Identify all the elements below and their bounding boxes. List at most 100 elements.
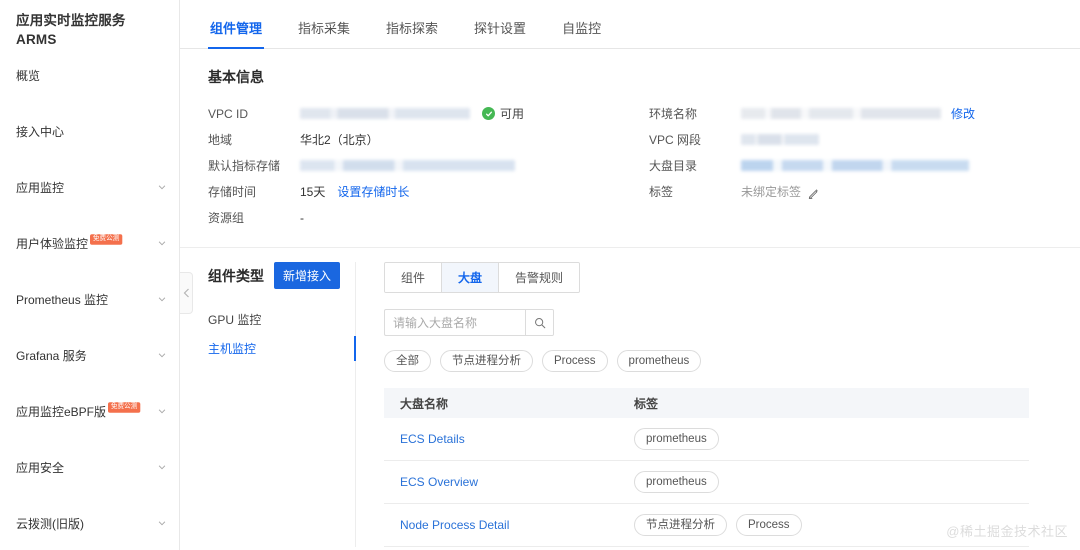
info-label-dashboard-dir: 大盘目录 xyxy=(649,157,741,174)
sidebar-item-spacer xyxy=(0,90,179,118)
dashboard-link[interactable]: ECS Details xyxy=(400,432,465,446)
content-body: 基本信息 VPC ID xyxy=(180,49,1080,547)
retention-value: 15天 xyxy=(300,183,325,200)
sidebar-collapse-handle[interactable] xyxy=(180,272,193,314)
chevron-down-icon xyxy=(157,406,167,416)
filter-chip-2[interactable]: 节点进程分析 xyxy=(440,350,533,372)
sidebar-item-2[interactable]: 接入中心 xyxy=(0,118,179,146)
sidebar-item-label: Grafana 服务 xyxy=(16,347,87,364)
info-label-env-name: 环境名称 xyxy=(649,105,741,122)
info-row-tags: 标签 未绑定标签 xyxy=(649,179,1056,204)
tab-5[interactable]: 自监控 xyxy=(562,18,601,48)
filter-chip-3[interactable]: Process xyxy=(542,350,608,372)
table-row: ECS Detailsprometheus xyxy=(384,418,1029,461)
basic-info-right-column: 环境名称 修改 VPC 网段 大盘目录 xyxy=(649,101,1056,231)
sidebar-item-spacer xyxy=(0,258,179,286)
info-row-resource-group: 资源组 - xyxy=(208,205,649,230)
sidebar-item-9[interactable]: 云拨测(旧版) xyxy=(0,510,179,538)
segment-button-2[interactable]: 大盘 xyxy=(442,263,499,292)
sidebar-item-7[interactable]: 应用监控eBPF版免费公测 xyxy=(0,398,179,426)
info-label-region: 地域 xyxy=(208,131,300,148)
redacted-vpc-cidr-value xyxy=(741,134,819,145)
search-button[interactable] xyxy=(525,310,553,335)
info-label-retention: 存储时间 xyxy=(208,183,300,200)
component-type-title: 组件类型 xyxy=(208,266,264,286)
info-value-env-name: 修改 xyxy=(741,105,975,122)
edit-tags-pencil-icon[interactable] xyxy=(808,187,820,199)
table-row: ECS Overview prometheus xyxy=(384,461,1029,504)
column-header-name: 大盘名称 xyxy=(384,395,634,412)
info-value-resource-group: - xyxy=(300,211,304,225)
segment-button-1[interactable]: 组件 xyxy=(385,263,442,292)
tab-1[interactable]: 组件管理 xyxy=(210,18,262,48)
component-type-item-2[interactable]: 主机监控 xyxy=(208,334,355,363)
set-retention-link[interactable]: 设置存储时长 xyxy=(337,183,409,200)
cell-dashboard-name: ECS Details xyxy=(384,432,634,446)
sidebar-item-label: 应用监控eBPF版 xyxy=(16,403,106,420)
sidebar-item-label: 概览 xyxy=(16,67,40,84)
chevron-down-icon xyxy=(157,462,167,472)
add-integration-button[interactable]: 新增接入 xyxy=(274,262,340,289)
info-value-vpc-cidr xyxy=(741,134,819,145)
sidebar-item-5[interactable]: Prometheus 监控 xyxy=(0,286,179,314)
tags-empty-text: 未绑定标签 xyxy=(741,183,801,200)
basic-info-title: 基本信息 xyxy=(208,67,1056,87)
sidebar-item-label: 云拨测(旧版) xyxy=(16,515,84,532)
redacted-vpc-id-value xyxy=(300,108,470,119)
tag-chip: Process xyxy=(736,514,802,536)
sidebar-item-6[interactable]: Grafana 服务 xyxy=(0,342,179,370)
info-value-retention: 15天 设置存储时长 xyxy=(300,183,409,200)
filter-chip-1[interactable]: 全部 xyxy=(384,350,431,372)
component-type-item-1[interactable]: GPU 监控 xyxy=(208,305,355,334)
dashboard-link[interactable]: ECS Overview xyxy=(400,475,478,489)
info-row-region: 地域 华北2（北京） xyxy=(208,127,649,152)
cell-tags: 节点进程分析Process xyxy=(634,514,1029,536)
sidebar-item-label: Prometheus 监控 xyxy=(16,291,108,308)
chevron-down-icon xyxy=(157,238,167,248)
redacted-default-metric-store-value xyxy=(300,160,515,171)
dashboard-link[interactable]: Node Process Detail xyxy=(400,518,509,532)
tab-2[interactable]: 指标采集 xyxy=(298,18,350,48)
sidebar-item-spacer xyxy=(0,146,179,174)
info-row-retention: 存储时间 15天 设置存储时长 xyxy=(208,179,649,204)
info-label-resource-group: 资源组 xyxy=(208,209,300,226)
table-body: ECS Detailsprometheus ECS Overview prometh… xyxy=(384,418,1029,547)
component-section: 组件类型 新增接入 GPU 监控主机监控 组件大盘告警规则 xyxy=(208,248,1056,547)
cell-dashboard-name: Node Process Detail xyxy=(384,518,634,532)
tab-4[interactable]: 探针设置 xyxy=(474,18,526,48)
sidebar-item-spacer xyxy=(0,538,179,550)
info-row-vpc-id: VPC ID 可用 xyxy=(208,101,649,126)
sidebar-item-1[interactable]: 概览 xyxy=(0,62,179,90)
segment-button-3[interactable]: 告警规则 xyxy=(499,263,579,292)
edit-env-name-link[interactable]: 修改 xyxy=(951,105,975,122)
info-label-vpc-id: VPC ID xyxy=(208,107,300,121)
tag-chip: prometheus xyxy=(634,471,719,493)
info-value-region: 华北2（北京） xyxy=(300,131,379,148)
sidebar-item-spacer xyxy=(0,202,179,230)
dashboard-search-input[interactable] xyxy=(385,310,525,335)
tab-3[interactable]: 指标探索 xyxy=(386,18,438,48)
chevron-down-icon xyxy=(157,182,167,192)
sidebar-item-4[interactable]: 用户体验监控免费公测 xyxy=(0,230,179,258)
sidebar-item-8[interactable]: 应用安全 xyxy=(0,454,179,482)
info-label-default-metric-store: 默认指标存储 xyxy=(208,157,300,174)
info-row-default-metric-store: 默认指标存储 xyxy=(208,153,649,178)
filter-chip-4[interactable]: prometheus xyxy=(617,350,702,372)
chevron-down-icon xyxy=(157,518,167,528)
main-content: 组件管理 指标采集 指标探索 探针设置 自监控 基本信息 VPC ID xyxy=(180,0,1080,550)
dashboard-search-box xyxy=(384,309,554,336)
table-header-row: 大盘名称 标签 xyxy=(384,388,1029,418)
dashboard-table: 大盘名称 标签 ECS DetailsprometheusECS Overvie… xyxy=(384,388,1029,547)
sidebar-item-3[interactable]: 应用监控 xyxy=(0,174,179,202)
filter-chip-list: 全部节点进程分析 Process prometheus xyxy=(384,350,1056,372)
sidebar-item-badge: 免费公测 xyxy=(108,403,140,413)
page-root: 应用实时监控服务ARMS 概览接入中心应用监控用户体验监控免费公测 Prometh… xyxy=(0,0,1080,550)
sidebar-item-label: 应用监控 xyxy=(16,179,64,196)
info-value-tags: 未绑定标签 xyxy=(741,183,820,200)
search-icon xyxy=(534,317,546,329)
component-detail-segmented-control: 组件大盘告警规则 xyxy=(384,262,580,293)
info-label-vpc-cidr: VPC 网段 xyxy=(649,131,741,148)
sidebar-item-spacer xyxy=(0,426,179,454)
column-header-tags: 标签 xyxy=(634,395,1029,412)
sidebar-title: 应用实时监控服务ARMS xyxy=(0,0,179,60)
